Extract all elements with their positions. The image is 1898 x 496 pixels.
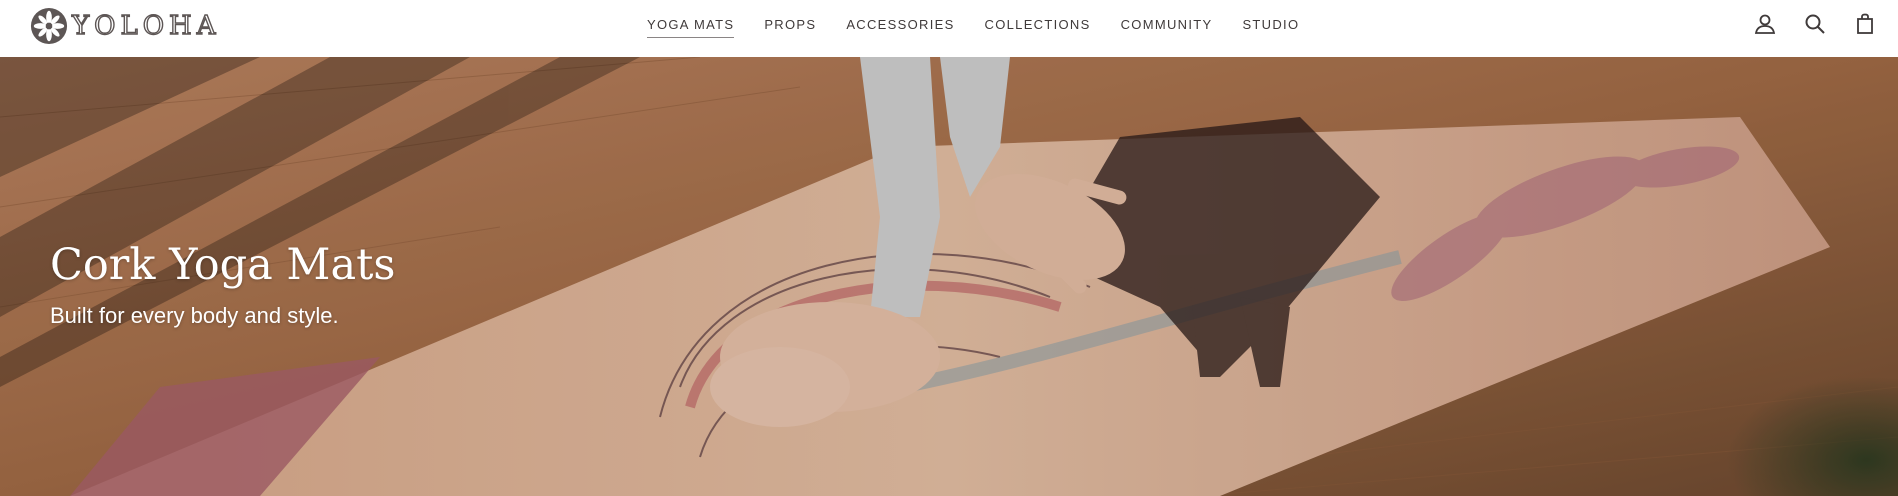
nav-collections[interactable]: COLLECTIONS [985, 11, 1091, 37]
hero-banner[interactable]: Cork Yoga Mats Built for every body and … [0, 57, 1898, 496]
site-header: YOLOHA YOGA MATS PROPS ACCESSORIES COLLE… [0, 0, 1898, 57]
hero-subtitle: Built for every body and style. [50, 303, 339, 328]
nav-props[interactable]: PROPS [764, 11, 816, 37]
main-nav: YOGA MATS PROPS ACCESSORIES COLLECTIONS … [647, 0, 1329, 48]
brand-logo[interactable]: YOLOHA [30, 6, 221, 46]
cart-icon[interactable] [1853, 12, 1877, 36]
nav-accessories[interactable]: ACCESSORIES [846, 11, 954, 37]
header-icons [1753, 12, 1877, 36]
brand-name: YOLOHA [71, 10, 221, 41]
lotus-logo-icon [30, 7, 68, 45]
account-icon[interactable] [1753, 12, 1777, 36]
hero-title: Cork Yoga Mats [50, 240, 396, 290]
nav-studio[interactable]: STUDIO [1242, 11, 1299, 37]
nav-community[interactable]: COMMUNITY [1121, 11, 1213, 37]
search-icon[interactable] [1803, 12, 1827, 36]
nav-yoga-mats[interactable]: YOGA MATS [647, 11, 735, 38]
